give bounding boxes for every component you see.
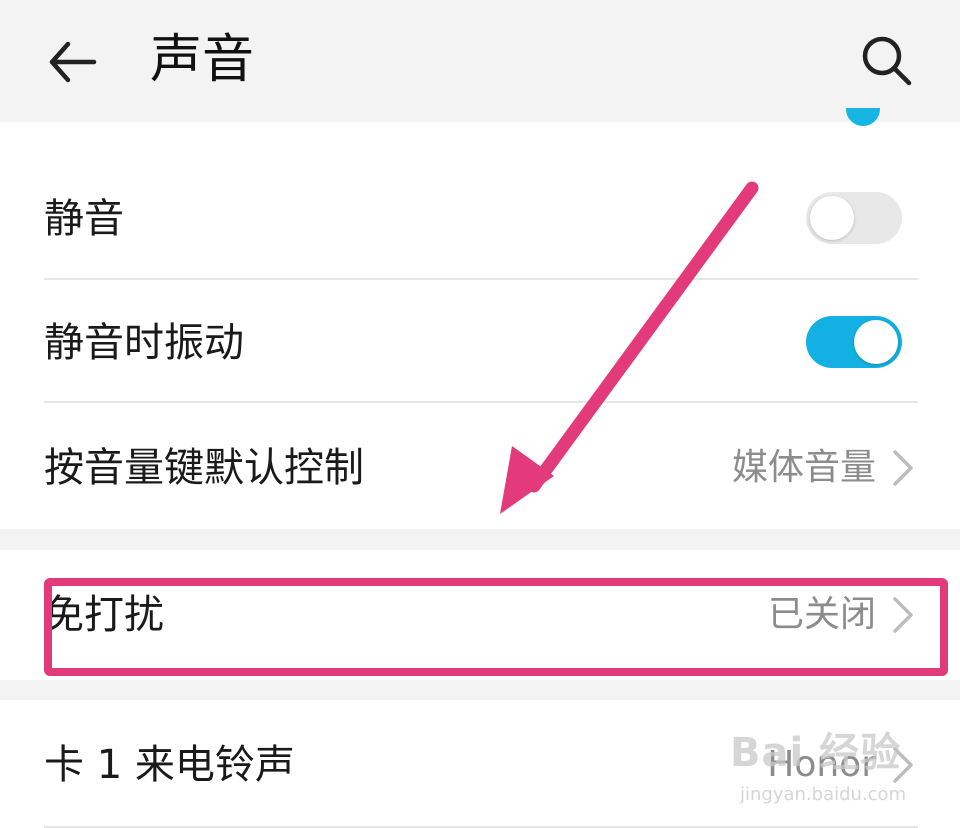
page-title: 声音 [150,30,255,90]
mute-switch[interactable] [806,192,902,244]
vibrate-when-muted-switch[interactable] [806,316,902,368]
volume-key-default-label: 按音量键默认控制 [44,445,364,491]
watermark-brand: Bai 经验 [730,730,902,776]
top-app-bar: 声音 [0,0,960,122]
mute-label: 静音 [44,196,124,242]
vibrate-when-muted-label: 静音时振动 [44,320,244,366]
sim1-ringtone-label: 卡 1 来电铃声 [44,742,295,788]
search-icon[interactable] [858,32,914,88]
watermark-url: jingyan.baidu.com [740,784,907,805]
watermark-logo: Bai 经验 jingyan.baidu.com [730,720,930,820]
mute-row[interactable]: 静音 [0,156,960,280]
vibrate-when-muted-row[interactable]: 静音时振动 [0,280,960,402]
switch-knob [810,196,854,240]
volume-key-default-value: 媒体音量 [731,447,876,488]
chevron-right-icon [893,450,913,486]
back-arrow-icon[interactable] [44,34,100,90]
volume-key-default-row[interactable]: 按音量键默认控制 媒体音量 [0,403,960,529]
highlight-box-annotation [44,578,948,676]
switch-knob [854,320,898,364]
